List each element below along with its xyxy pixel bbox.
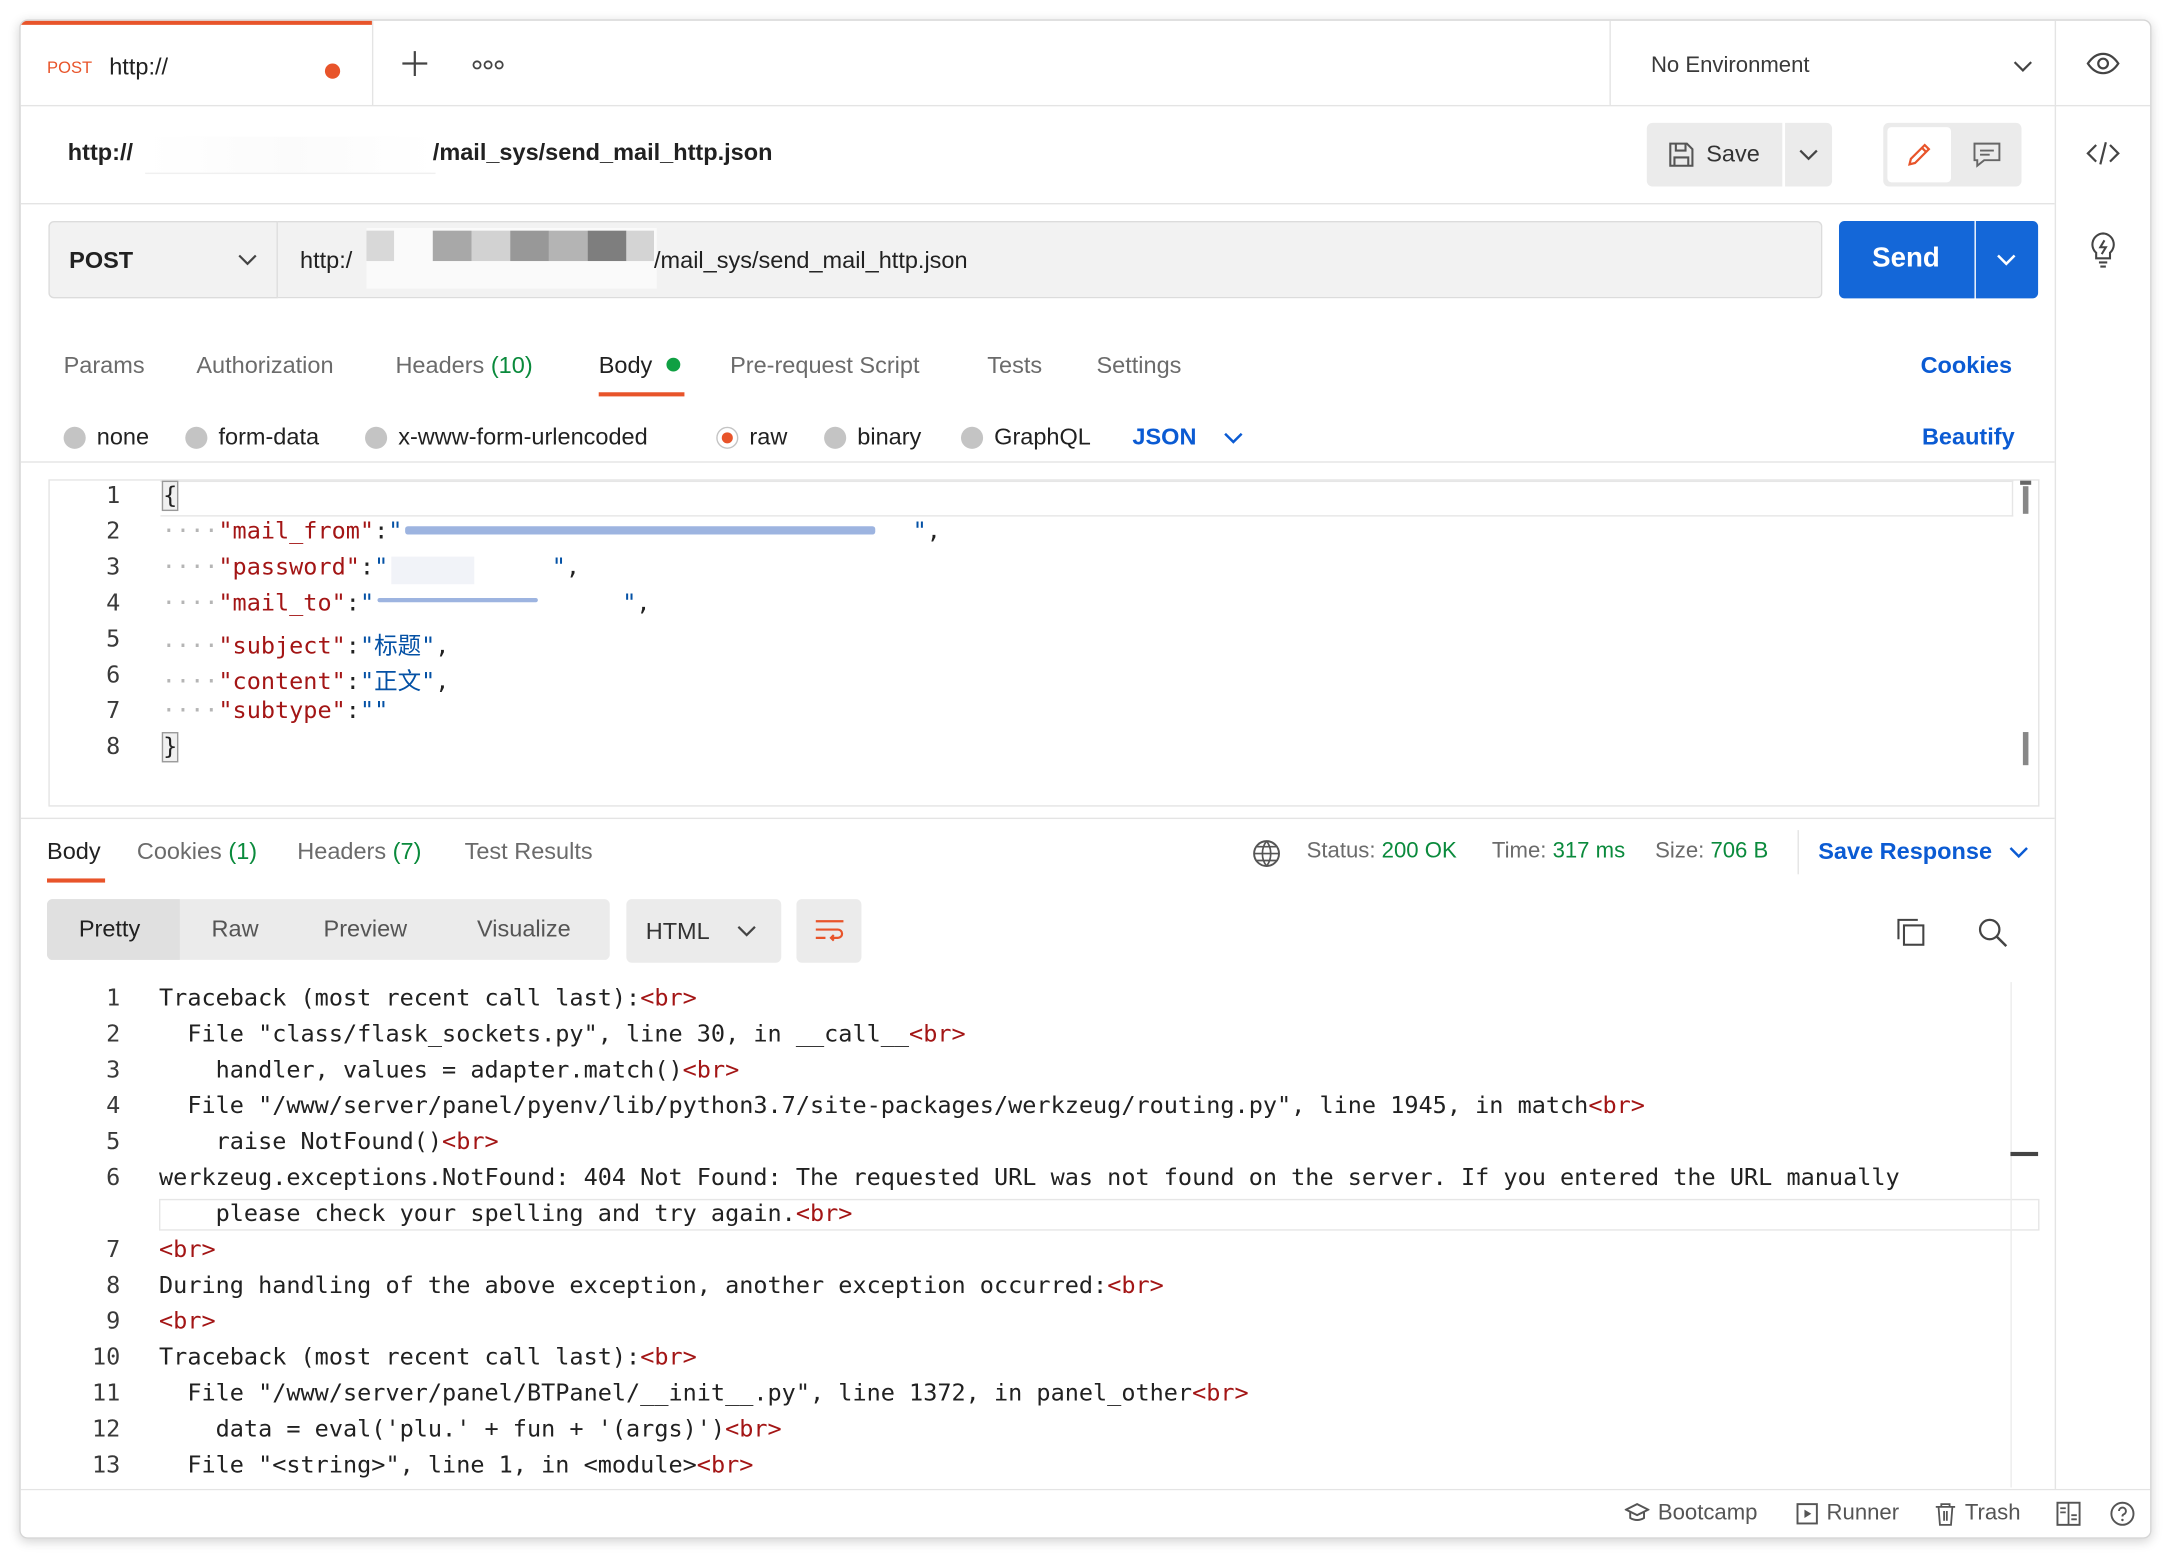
response-text: File "/www/server/panel/BTPanel/__init__… [159, 1379, 1193, 1408]
response-text: File "<string>", line 1, in <module> [159, 1451, 697, 1480]
response-code: Traceback (most recent call last):<br> F… [21, 21, 2012, 1489]
response-text: please check your spelling and try again… [159, 1200, 796, 1228]
response-line-8: During handling of the above exception, … [159, 1272, 1164, 1300]
runner-button[interactable]: Runner [1796, 1501, 1899, 1526]
response-text: werkzeug.exceptions.NotFound: 404 Not Fo… [159, 1164, 1900, 1192]
eye-icon [2086, 52, 2120, 75]
br-tag: <br> [640, 984, 697, 1013]
code-snippet-button[interactable] [2085, 140, 2121, 168]
help-icon [2110, 1501, 2135, 1526]
app-window: POST http:// No Environment http:// /mai… [19, 19, 2152, 1539]
response-text: raise NotFound() [159, 1128, 443, 1157]
response-line-10: Traceback (most recent call last):<br> [159, 1344, 697, 1372]
response-line-6b: please check your spelling and try again… [159, 1200, 853, 1228]
br-tag: <br> [159, 1307, 216, 1336]
response-line-6a: werkzeug.exceptions.NotFound: 404 Not Fo… [159, 1164, 1900, 1192]
response-line-5: raise NotFound()<br> [159, 1128, 499, 1156]
footer-bar: Bootcamp Runner Trash [20, 1490, 2151, 1538]
trash-button[interactable]: Trash [1934, 1501, 2021, 1526]
editor-scrollbar[interactable] [2020, 480, 2032, 771]
br-tag: <br> [795, 1200, 853, 1228]
info-bulb-button[interactable] [2086, 231, 2119, 270]
graduation-cap-icon [1624, 1503, 1650, 1521]
bootcamp-label: Bootcamp [1657, 1501, 1758, 1525]
br-tag: <br> [1107, 1272, 1164, 1300]
environment-quick-look-button[interactable] [2085, 51, 2121, 76]
two-pane-view-button[interactable] [2056, 1501, 2081, 1533]
response-text: data = eval('plu.' + fun + '(args)') [159, 1415, 726, 1444]
br-tag: <br> [725, 1415, 782, 1444]
code-icon [2086, 141, 2120, 165]
bootcamp-button[interactable]: Bootcamp [1624, 1501, 1758, 1526]
br-tag: <br> [682, 1056, 740, 1085]
response-line-4: File "/www/server/panel/pyenv/lib/python… [159, 1093, 1645, 1121]
response-line-12: data = eval('plu.' + fun + '(args)')<br> [159, 1416, 782, 1444]
response-scrollbar-thumb[interactable] [2010, 1151, 2039, 1157]
runner-label: Runner [1826, 1501, 1900, 1525]
chevron-down-icon [2010, 847, 2029, 859]
chevron-down-icon [2013, 61, 2032, 73]
response-text: File "class/flask_sockets.py", line 30, … [159, 1020, 910, 1049]
response-line-2: File "class/flask_sockets.py", line 30, … [159, 1020, 966, 1049]
response-text: handler, values = adapter.match() [159, 1056, 683, 1085]
response-line-13: File "<string>", line 1, in <module><br> [159, 1452, 753, 1480]
br-tag: <br> [909, 1020, 966, 1049]
response-text: Traceback (most recent call last): [159, 1343, 641, 1372]
br-tag: <br> [1588, 1092, 1645, 1121]
br-tag: <br> [442, 1128, 499, 1157]
runner-icon [1796, 1503, 1818, 1525]
help-button[interactable] [2110, 1501, 2135, 1533]
two-pane-icon [2056, 1501, 2081, 1526]
lightbulb-icon [2091, 232, 2115, 268]
response-line-7: <br> [159, 1236, 216, 1264]
trash-label: Trash [1964, 1501, 2021, 1525]
br-tag: <br> [640, 1343, 697, 1372]
response-text: File "/www/server/panel/pyenv/lib/python… [159, 1092, 1589, 1121]
br-tag: <br> [159, 1236, 216, 1264]
response-text: During handling of the above exception, … [159, 1272, 1108, 1300]
br-tag: <br> [696, 1451, 754, 1480]
response-line-1: Traceback (most recent call last):<br> [159, 985, 697, 1013]
response-line-3: handler, values = adapter.match()<br> [159, 1056, 740, 1085]
trash-icon [1935, 1503, 1956, 1526]
br-tag: <br> [1192, 1379, 1249, 1408]
response-line-11: File "/www/server/panel/BTPanel/__init__… [159, 1379, 1249, 1408]
response-text: Traceback (most recent call last): [159, 984, 641, 1013]
response-line-9: <br> [159, 1308, 216, 1336]
